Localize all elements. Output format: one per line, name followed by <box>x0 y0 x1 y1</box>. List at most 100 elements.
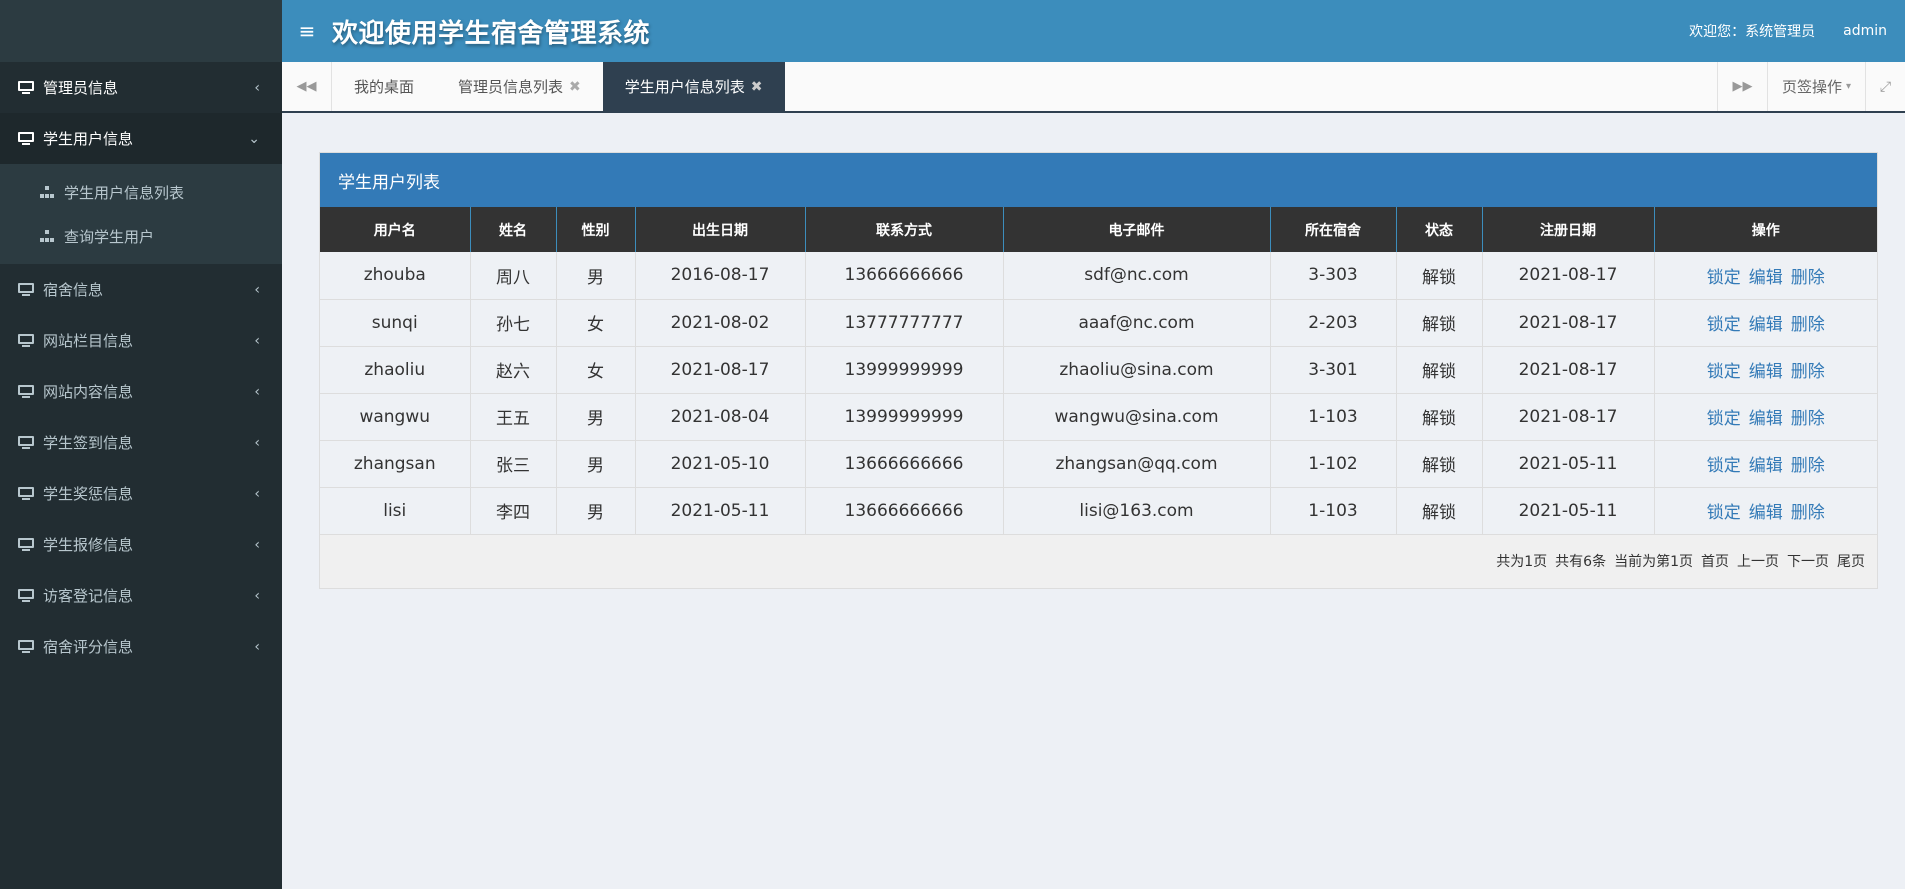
sitemap-icon <box>40 230 54 242</box>
sidebar-item-student-user-info[interactable]: 学生用户信息 ⌄ <box>0 113 282 164</box>
sidebar-item-site-content-info[interactable]: 网站内容信息 ‹ <box>0 366 282 417</box>
phone-cell: 13666666666 <box>805 440 1004 488</box>
welcome-text: 欢迎您：系统管理员 <box>1689 24 1816 40</box>
sidebar-subitem-query-student[interactable]: 查询学生用户 <box>0 214 282 258</box>
lock-link[interactable]: 锁定 <box>1707 409 1741 429</box>
top-header: ≡ 欢迎使用学生宿舍管理系统 欢迎您：系统管理员 admin <box>282 0 1905 62</box>
column-header: 所在宿舍 <box>1270 207 1397 252</box>
name-cell: 孙七 <box>470 299 557 347</box>
lock-link[interactable]: 锁定 <box>1707 315 1741 335</box>
pager-next-link[interactable]: 下一页 <box>1787 551 1829 571</box>
tab-operations-label: 页签操作 <box>1781 78 1842 96</box>
edit-link[interactable]: 编辑 <box>1749 268 1783 288</box>
lock-link[interactable]: 锁定 <box>1707 362 1741 382</box>
close-icon[interactable]: ✖ <box>751 79 763 95</box>
sidebar-item-student-reward-info[interactable]: 学生奖惩信息 ‹ <box>0 468 282 519</box>
delete-link[interactable]: 删除 <box>1791 315 1825 335</box>
monitor-icon <box>17 486 35 501</box>
sidebar-item-dorm-rating-info[interactable]: 宿舍评分信息 ‹ <box>0 621 282 672</box>
edit-link[interactable]: 编辑 <box>1749 315 1783 335</box>
actions-cell: 锁定 编辑 删除 <box>1654 252 1877 300</box>
actions-cell: 锁定 编辑 删除 <box>1654 299 1877 347</box>
column-header: 姓名 <box>470 207 557 252</box>
reg-date-cell: 2021-08-17 <box>1482 299 1655 347</box>
tab-label: 我的桌面 <box>354 78 415 96</box>
tab-operations-dropdown[interactable]: 页签操作 ▾ <box>1766 62 1865 111</box>
sidebar-item-admin-info[interactable]: 管理员信息 ‹ <box>0 62 282 113</box>
tab-list: 我的桌面 管理员信息列表 ✖ 学生用户信息列表 ✖ <box>332 62 1717 111</box>
dorm-cell: 1-102 <box>1270 440 1397 488</box>
delete-link[interactable]: 删除 <box>1791 409 1825 429</box>
fullscreen-icon[interactable]: ⤢ <box>1865 62 1905 111</box>
chevron-left-icon: ‹ <box>254 79 260 96</box>
column-header: 联系方式 <box>805 207 1004 252</box>
birth-date-cell: 2021-08-02 <box>635 299 806 347</box>
sidebar-logo-area <box>0 0 282 62</box>
sidebar-item-label: 学生用户信息 <box>43 130 134 148</box>
sidebar-item-site-column-info[interactable]: 网站栏目信息 ‹ <box>0 315 282 366</box>
table-row: zhaoliu 赵六女 2021-08-17 13999999999 zhaoliu@s… <box>320 346 1877 394</box>
tab-bar: ◀◀ 我的桌面 管理员信息列表 ✖ 学生用户信息列表 ✖ ▶▶ 页签操作 ▾ ⤢ <box>282 62 1905 113</box>
email-cell: aaaf@nc.com <box>1003 299 1271 347</box>
edit-link[interactable]: 编辑 <box>1749 503 1783 523</box>
edit-link[interactable]: 编辑 <box>1749 409 1783 429</box>
gender-cell: 男 <box>556 252 636 300</box>
monitor-icon <box>17 435 35 450</box>
tab-scroll-left-button[interactable]: ◀◀ <box>282 62 332 111</box>
chevron-left-icon: ‹ <box>254 332 260 349</box>
sidebar-item-student-checkin-info[interactable]: 学生签到信息 ‹ <box>0 417 282 468</box>
pager-total-records: 共有6条 <box>1555 554 1607 570</box>
delete-link[interactable]: 删除 <box>1791 362 1825 382</box>
email-cell: sdf@nc.com <box>1003 252 1271 300</box>
reg-date-cell: 2021-05-11 <box>1482 487 1655 535</box>
sidebar-item-label: 学生奖惩信息 <box>43 485 134 503</box>
tab-label: 学生用户信息列表 <box>624 78 745 96</box>
username-cell: zhouba <box>320 252 471 300</box>
close-icon[interactable]: ✖ <box>569 79 581 95</box>
name-cell: 李四 <box>470 487 557 535</box>
edit-link[interactable]: 编辑 <box>1749 456 1783 476</box>
pager-last-link[interactable]: 尾页 <box>1837 551 1865 571</box>
tab-scroll-right-button[interactable]: ▶▶ <box>1716 62 1767 111</box>
column-header: 出生日期 <box>635 207 806 252</box>
lock-link[interactable]: 锁定 <box>1707 268 1741 288</box>
chevron-down-icon: ⌄ <box>248 130 260 147</box>
birth-date-cell: 2021-05-10 <box>635 440 806 488</box>
delete-link[interactable]: 删除 <box>1791 456 1825 476</box>
dorm-cell: 1-103 <box>1270 487 1397 535</box>
delete-link[interactable]: 删除 <box>1791 268 1825 288</box>
pager-prev-link[interactable]: 上一页 <box>1737 551 1779 571</box>
lock-link[interactable]: 锁定 <box>1707 456 1741 476</box>
sidebar-item-visitor-info[interactable]: 访客登记信息 ‹ <box>0 570 282 621</box>
table-row: wangwu 王五男 2021-08-04 13999999999 wangwu@sin… <box>320 393 1877 441</box>
tab-my-desktop[interactable]: 我的桌面 <box>332 62 436 111</box>
birth-date-cell: 2016-08-17 <box>635 252 806 300</box>
gender-cell: 男 <box>556 393 636 441</box>
sidebar-item-label: 管理员信息 <box>43 79 119 97</box>
tab-admin-info-list[interactable]: 管理员信息列表 ✖ <box>436 62 603 111</box>
tab-student-user-info-list[interactable]: 学生用户信息列表 ✖ <box>602 62 785 111</box>
table-row: zhouba 周八男 2016-08-17 13666666666 sdf@nc.com… <box>320 252 1877 300</box>
sidebar-item-label: 宿舍信息 <box>43 281 104 299</box>
pager-first-link[interactable]: 首页 <box>1701 551 1729 571</box>
delete-link[interactable]: 删除 <box>1791 503 1825 523</box>
caret-down-icon: ▾ <box>1845 81 1851 92</box>
chevron-left-icon: ‹ <box>254 485 260 502</box>
sidebar: 管理员信息 ‹ 学生用户信息 ⌄ 学生用户信息列表 查询学生用户 宿舍信息 ‹ … <box>0 0 282 889</box>
menu-toggle-icon[interactable]: ≡ <box>282 19 332 43</box>
lock-link[interactable]: 锁定 <box>1707 503 1741 523</box>
chevron-left-icon: ‹ <box>254 281 260 298</box>
monitor-icon <box>17 588 35 603</box>
sidebar-item-dorm-info[interactable]: 宿舍信息 ‹ <box>0 264 282 315</box>
monitor-icon <box>17 384 35 399</box>
edit-link[interactable]: 编辑 <box>1749 362 1783 382</box>
column-header: 状态 <box>1396 207 1483 252</box>
username-cell: wangwu <box>320 393 471 441</box>
status-cell: 解锁 <box>1396 487 1483 535</box>
monitor-icon <box>17 282 35 297</box>
user-menu-link[interactable]: admin <box>1843 23 1887 39</box>
sidebar-subitem-student-list[interactable]: 学生用户信息列表 <box>0 170 282 214</box>
status-cell: 解锁 <box>1396 252 1483 300</box>
sidebar-item-student-repair-info[interactable]: 学生报修信息 ‹ <box>0 519 282 570</box>
email-cell: lisi@163.com <box>1003 487 1271 535</box>
